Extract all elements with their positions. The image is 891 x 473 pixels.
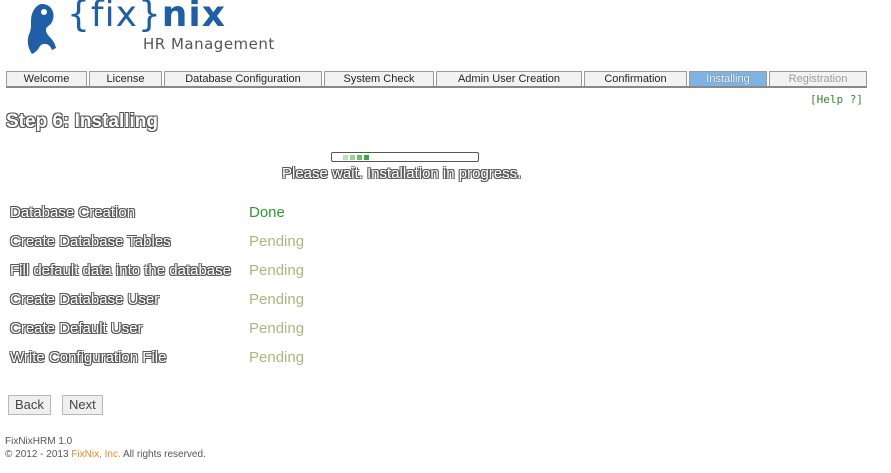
step-name: Fill default data into the database [10,262,231,279]
help-link[interactable]: [Help ?] [810,93,863,106]
step-row: Create Database User Pending [10,291,410,311]
logo-subtitle: HR Management [143,35,275,53]
tab-system-check[interactable]: System Check [324,71,434,86]
progress-message: Please wait. Installation in progress. [282,165,522,182]
footer: FixNixHRM 1.0 © 2012 - 2013 FixNix, Inc.… [5,435,206,461]
step-status: Pending [249,262,305,279]
step-name: Create Default User [10,320,143,337]
tab-welcome[interactable]: Welcome [6,71,87,86]
logo-wordmark: {fix}nix [67,0,226,35]
step-status: Pending [249,320,305,337]
next-button[interactable]: Next [62,395,103,415]
step-status: Pending [249,291,305,308]
step-name: Database Creation [10,204,136,221]
step-name: Write Configuration File [10,349,167,366]
tabs-divider [6,86,867,88]
tab-license[interactable]: License [89,71,162,86]
logo: {fix}nix HR Management [22,0,322,62]
wizard-tabs: Welcome License Database Configuration S… [6,71,867,88]
progress-bar [331,152,479,162]
back-button[interactable]: Back [8,395,51,415]
step-status: Pending [249,233,305,250]
page-title: Step 6: Installing [6,111,159,132]
tab-admin-user-creation[interactable]: Admin User Creation [436,71,582,86]
footer-rights: All rights reserved. [123,449,206,460]
tab-database-configuration[interactable]: Database Configuration [164,71,322,86]
progress-segment [350,155,355,160]
progress-segment [364,155,369,160]
tab-installing[interactable]: Installing [689,71,767,86]
step-row: Fill default data into the database Pend… [10,262,410,282]
logo-figure-icon [27,4,56,54]
progress-segment [357,155,362,160]
step-name: Create Database Tables [10,233,171,250]
step-status: Done [249,204,285,221]
footer-version: FixNixHRM 1.0 [5,436,73,447]
footer-company-link[interactable]: FixNix, Inc. [71,449,120,460]
step-name: Create Database User [10,291,160,308]
footer-copyright-years: © 2012 - 2013 [5,449,69,460]
step-row: Database Creation Done [10,204,410,224]
footer-copyright: © 2012 - 2013 FixNix, Inc. All rights re… [5,448,206,461]
tab-confirmation[interactable]: Confirmation [584,71,687,86]
step-row: Create Default User Pending [10,320,410,340]
progress-segment [343,155,348,160]
step-row: Write Configuration File Pending [10,349,410,369]
step-row: Create Database Tables Pending [10,233,410,253]
tab-registration[interactable]: Registration [769,71,867,86]
step-status: Pending [249,349,305,366]
